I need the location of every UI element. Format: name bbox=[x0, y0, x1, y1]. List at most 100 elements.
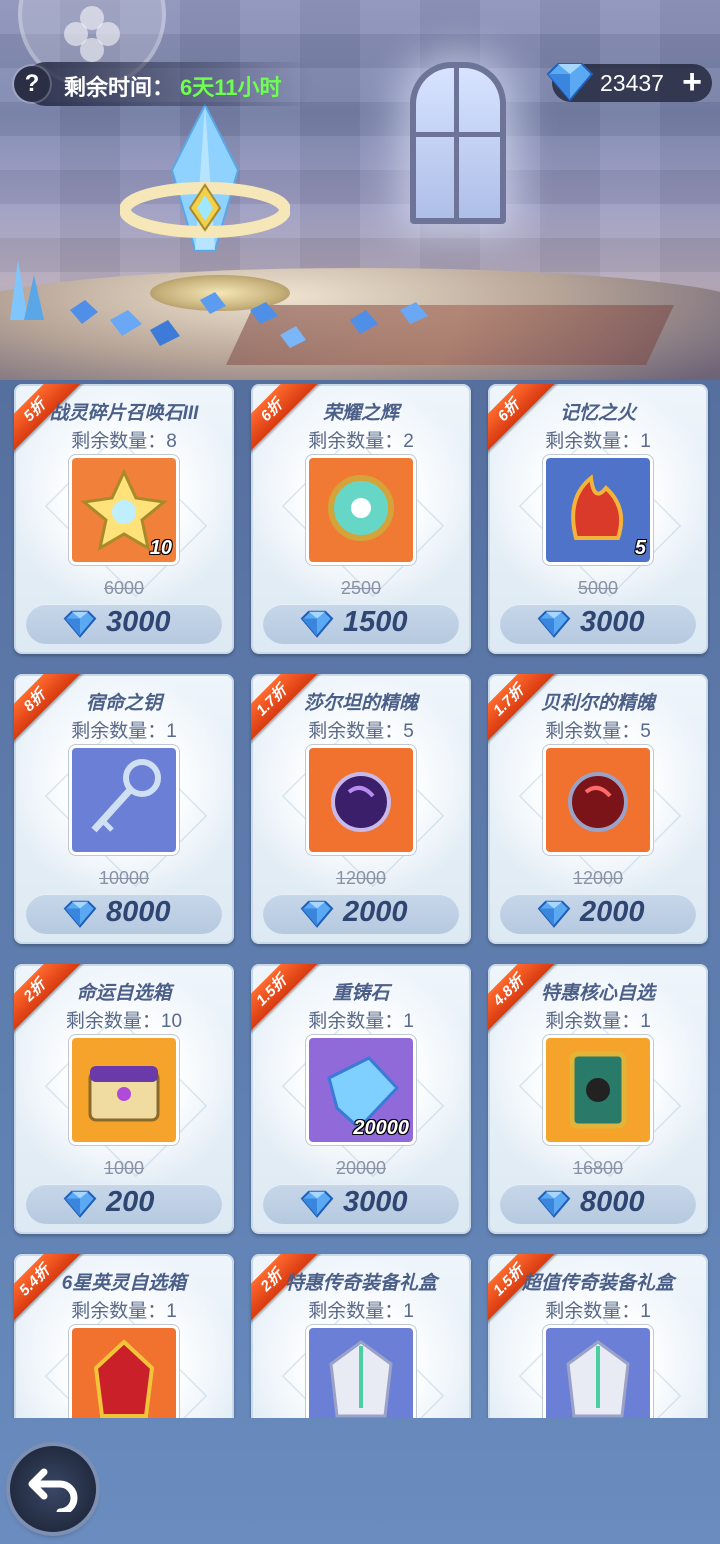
sale-price: 3000 bbox=[343, 1186, 408, 1218]
item-name: 记忆之火 bbox=[559, 403, 636, 424]
item-name: 6星英灵自选箱 bbox=[61, 1273, 187, 1294]
sale-price: 8000 bbox=[106, 896, 171, 928]
shop-item-card[interactable]: 1.7折 莎尔坦的精魄 剩余数量：5 12000 2000 bbox=[251, 674, 471, 944]
legend-armor-icon-art bbox=[566, 1340, 630, 1418]
sale-price: 200 bbox=[106, 1186, 155, 1218]
original-price: 12000 bbox=[572, 868, 624, 888]
buy-button[interactable]: 3000 bbox=[26, 604, 222, 644]
time-remaining-value: 6天11小时 bbox=[180, 75, 282, 100]
buy-button[interactable]: 3000 bbox=[500, 604, 696, 644]
shop-item-card[interactable]: 6折 记忆之火 剩余数量：1 5 5000 3000 bbox=[488, 384, 708, 654]
sale-price: 2000 bbox=[343, 896, 408, 928]
shop-item-card[interactable]: 1.5折 超值传奇装备礼盒 剩余数量：1 bbox=[488, 1254, 708, 1418]
gem-pile-icon bbox=[70, 292, 306, 348]
help-button[interactable]: ? bbox=[14, 66, 50, 102]
core-card-icon-art bbox=[569, 1051, 627, 1129]
buy-button[interactable]: 2000 bbox=[500, 894, 696, 934]
fate-chest-icon-art bbox=[88, 1066, 160, 1122]
buy-button[interactable]: 3000 bbox=[263, 1184, 459, 1224]
item-name: 莎尔坦的精魄 bbox=[303, 693, 418, 714]
sale-price: 1500 bbox=[343, 606, 408, 638]
item-remaining-quantity: 剩余数量：1 bbox=[308, 1301, 414, 1322]
item-remaining-quantity: 剩余数量：5 bbox=[545, 721, 651, 742]
arched-window bbox=[410, 62, 506, 224]
item-remaining-quantity: 剩余数量：8 bbox=[71, 431, 177, 452]
buy-button[interactable]: 1500 bbox=[263, 604, 459, 644]
shop-item-card[interactable]: 1.7折 贝利尔的精魄 剩余数量：5 12000 2000 bbox=[488, 674, 708, 944]
original-price: 16800 bbox=[572, 1158, 624, 1178]
shop-item-card[interactable]: 1.5折 重铸石 剩余数量：1 20000 20000 3000 bbox=[251, 964, 471, 1234]
diamond-amount: 23437 bbox=[600, 70, 664, 96]
red-spirit-orb-icon[interactable] bbox=[546, 748, 650, 852]
item-name: 超值传奇装备礼盒 bbox=[521, 1273, 674, 1294]
purple-spirit-orb-icon[interactable] bbox=[309, 748, 413, 852]
item-remaining-quantity: 剩余数量：1 bbox=[308, 1011, 414, 1032]
buy-button[interactable]: 8000 bbox=[26, 894, 222, 934]
sale-price: 2000 bbox=[580, 896, 645, 928]
diamond-icon bbox=[63, 900, 97, 928]
item-remaining-quantity: 剩余数量：1 bbox=[545, 1011, 651, 1032]
item-name: 命运自选箱 bbox=[76, 983, 172, 1004]
memory-flame-icon[interactable]: 5 bbox=[546, 458, 650, 562]
item-remaining-quantity: 剩余数量：5 bbox=[308, 721, 414, 742]
sale-price: 8000 bbox=[580, 1186, 645, 1218]
shop-item-card[interactable]: 8折 宿命之钥 剩余数量：1 10000 8000 bbox=[14, 674, 234, 944]
star-summon-stone-icon[interactable]: 10 bbox=[72, 458, 176, 562]
diamond-icon bbox=[300, 610, 334, 638]
item-name: 宿命之钥 bbox=[85, 693, 162, 714]
item-stack-count: 10 bbox=[149, 537, 172, 559]
item-name: 荣耀之辉 bbox=[322, 403, 399, 424]
item-name: 重铸石 bbox=[332, 983, 390, 1004]
item-name: 特惠核心自选 bbox=[540, 983, 655, 1004]
buy-button[interactable]: 200 bbox=[26, 1184, 222, 1224]
diamond-icon bbox=[63, 610, 97, 638]
hero-helmet-icon-art bbox=[93, 1339, 155, 1418]
legend-armor-icon-art bbox=[329, 1340, 393, 1418]
red-spirit-orb-icon-art bbox=[568, 772, 628, 832]
shop-item-card[interactable]: 2折 命运自选箱 剩余数量：10 1000 200 bbox=[14, 964, 234, 1234]
shop-item-card[interactable]: 4.8折 特惠核心自选 剩余数量：1 16800 8000 bbox=[488, 964, 708, 1234]
question-icon: ? bbox=[24, 70, 40, 97]
item-remaining-quantity: 剩余数量：2 bbox=[308, 431, 414, 452]
item-stack-count: 20000 bbox=[353, 1117, 409, 1139]
shop-item-card[interactable]: 2折 特惠传奇装备礼盒 剩余数量：1 bbox=[251, 1254, 471, 1418]
shop-item-card[interactable]: 6折 荣耀之辉 剩余数量：2 2500 1500 bbox=[251, 384, 471, 654]
glory-orb-icon[interactable] bbox=[309, 458, 413, 562]
original-price: 1000 bbox=[103, 1158, 145, 1178]
destiny-key-icon[interactable] bbox=[72, 748, 176, 852]
crystal-cluster-icon bbox=[10, 260, 44, 320]
item-name: 战灵碎片召唤石III bbox=[49, 403, 199, 424]
floating-crystal-icon bbox=[120, 102, 290, 251]
glory-orb-icon-art bbox=[328, 475, 394, 541]
shop-item-card[interactable]: 5折 战灵碎片召唤石III 剩余数量：8 10 6000 3000 bbox=[14, 384, 234, 654]
buy-button[interactable]: 8000 bbox=[500, 1184, 696, 1224]
original-price: 2500 bbox=[340, 578, 382, 598]
original-price: 20000 bbox=[335, 1158, 387, 1178]
legend-armor-icon[interactable] bbox=[546, 1328, 650, 1418]
back-arrow-icon bbox=[28, 1468, 78, 1512]
item-remaining-quantity: 剩余数量：1 bbox=[71, 1301, 177, 1322]
original-price: 6000 bbox=[103, 578, 145, 598]
shop-banner bbox=[0, 0, 720, 380]
add-diamond-button[interactable]: + bbox=[682, 64, 702, 100]
core-card-icon[interactable] bbox=[546, 1038, 650, 1142]
shop-item-grid: 5折 战灵碎片召唤石III 剩余数量：8 10 6000 3000 6折 荣耀之… bbox=[0, 384, 720, 1418]
reforge-stone-icon[interactable]: 20000 bbox=[309, 1038, 413, 1142]
item-remaining-quantity: 剩余数量：10 bbox=[65, 1011, 183, 1032]
back-button[interactable] bbox=[10, 1446, 96, 1532]
diamond-icon bbox=[537, 610, 571, 638]
item-remaining-quantity: 剩余数量：1 bbox=[545, 431, 651, 452]
diamond-icon bbox=[63, 1190, 97, 1218]
hero-helmet-icon[interactable] bbox=[72, 1328, 176, 1418]
legend-armor-icon[interactable] bbox=[309, 1328, 413, 1418]
diamond-currency: 23437 + bbox=[546, 63, 712, 102]
time-remaining-label: 剩余时间： bbox=[64, 75, 175, 100]
shop-item-card[interactable]: 5.4折 6星英灵自选箱 剩余数量：1 bbox=[14, 1254, 234, 1418]
diamond-icon bbox=[300, 900, 334, 928]
item-name: 贝利尔的精魄 bbox=[540, 693, 655, 714]
item-name: 特惠传奇装备礼盒 bbox=[284, 1273, 437, 1294]
sale-price: 3000 bbox=[106, 606, 171, 638]
fate-chest-icon[interactable] bbox=[72, 1038, 176, 1142]
destiny-key-icon-art bbox=[91, 759, 161, 833]
buy-button[interactable]: 2000 bbox=[263, 894, 459, 934]
